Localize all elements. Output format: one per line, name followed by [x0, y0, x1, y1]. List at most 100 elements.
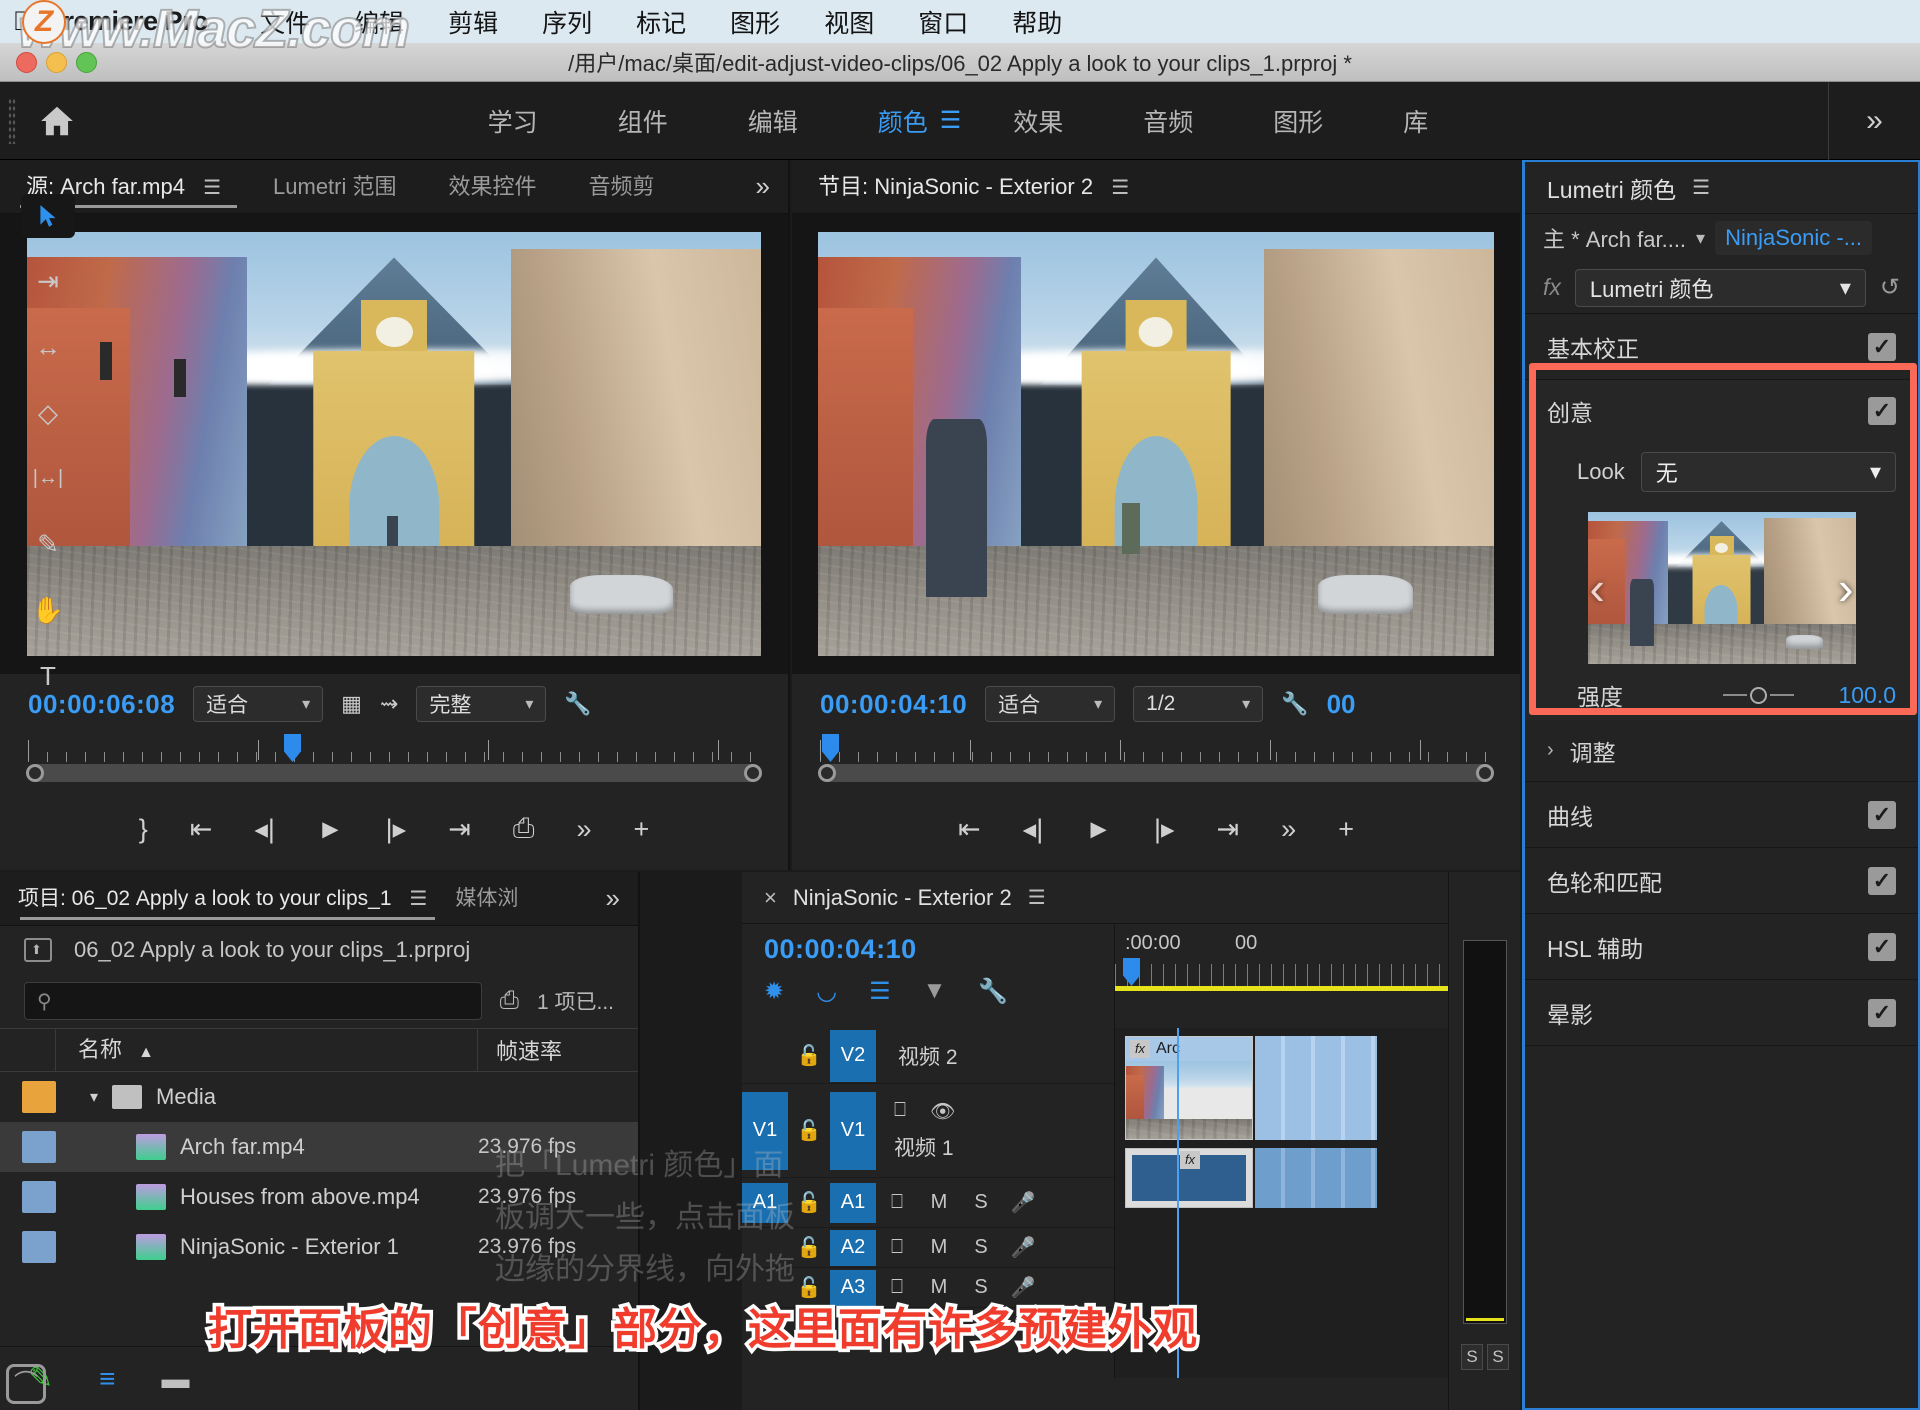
pen-tool[interactable]: ✎ — [21, 523, 75, 567]
track-header-a2[interactable]: 🔓 A2 ⎕ M S 🎤 — [742, 1228, 1114, 1268]
lumetri-section-hsl-checkbox[interactable]: ✓ — [1868, 932, 1896, 961]
timeline-audio-clip[interactable]: fx — [1125, 1148, 1253, 1208]
transport-more-icon[interactable]: » — [1281, 814, 1296, 845]
lumetri-panel-header[interactable]: Lumetri 颜色 ☰ — [1525, 162, 1918, 214]
lumetri-section-color-wheels-checkbox[interactable]: ✓ — [1868, 866, 1896, 895]
list-view-icon[interactable]: ≡ — [99, 1363, 115, 1395]
lumetri-master-clip-label[interactable]: 主 * Arch far.... — [1543, 222, 1686, 254]
audio-waveform-icon[interactable]: ⇝ — [380, 691, 398, 717]
workspace-tab-libraries[interactable]: 库 — [1363, 103, 1468, 139]
project-tabs-more-button[interactable]: » — [588, 883, 638, 914]
go-to-out-icon[interactable]: ⇥ — [1217, 814, 1240, 845]
source-ruler[interactable] — [28, 740, 760, 762]
column-frame-rate[interactable]: 帧速率 — [478, 1034, 638, 1066]
lumetri-section-vignette[interactable]: 晕影 ✓ — [1525, 980, 1918, 1046]
lumetri-section-basic-checkbox[interactable]: ✓ — [1868, 332, 1896, 361]
lock-icon[interactable]: 🔓 — [788, 1190, 830, 1215]
add-button-icon[interactable]: + — [634, 814, 650, 845]
marker-insert-icon[interactable]: ☰ — [869, 977, 891, 1006]
program-scrub-area[interactable] — [792, 734, 1520, 794]
play-icon[interactable]: ► — [317, 814, 344, 845]
meter-solo-right[interactable]: S — [1487, 1344, 1509, 1370]
selection-tool[interactable] — [21, 194, 75, 238]
program-zoom-left-handle[interactable] — [818, 764, 836, 782]
menu-item-file[interactable]: 文件 — [260, 4, 310, 40]
program-zoom-right-handle[interactable] — [1476, 764, 1494, 782]
source-tabs-more-button[interactable]: » — [738, 171, 788, 202]
program-fit-select[interactable]: 适合 ▾ — [985, 686, 1116, 722]
meter-solo-left[interactable]: S — [1461, 1344, 1483, 1370]
timeline-hamburger-icon[interactable]: ☰ — [1028, 885, 1046, 910]
menu-item-clip[interactable]: 剪辑 — [448, 4, 498, 40]
step-forward-icon[interactable]: |▸ — [1154, 814, 1175, 845]
step-forward-icon[interactable]: |▸ — [386, 814, 407, 845]
track-header-a1[interactable]: A1 🔓 A1 ⎕ M S 🎤 — [742, 1178, 1114, 1228]
solo-button-a1[interactable]: S — [960, 1191, 1002, 1214]
workspace-tab-editing[interactable]: 编辑 — [708, 103, 838, 139]
program-transport-controls[interactable]: ⇤ ◂| ► |▸ ⇥ » + — [792, 794, 1520, 864]
lumetri-section-color-wheels[interactable]: 色轮和匹配 ✓ — [1525, 848, 1918, 914]
mute-button-a1[interactable]: M — [918, 1191, 960, 1214]
program-ruler[interactable] — [820, 740, 1492, 762]
marker-icon[interactable]: ▼ — [923, 977, 947, 1006]
go-to-in-icon[interactable]: ⇤ — [958, 814, 981, 845]
table-row[interactable]: NinjaSonic - Exterior 1 23.976 fps — [0, 1222, 638, 1272]
lumetri-section-curves-checkbox[interactable]: ✓ — [1868, 800, 1896, 829]
tab-project[interactable]: 项目: 06_02 Apply a look to your clips_1 ☰ — [0, 872, 445, 925]
timeline-audio-clip-continued[interactable] — [1255, 1148, 1377, 1208]
mark-out-icon[interactable]: } — [139, 814, 148, 845]
timeline-video-clip-continued[interactable] — [1255, 1036, 1377, 1140]
chevron-down-icon[interactable]: ▾ — [90, 1087, 98, 1107]
insert-icon[interactable]: ⎙ — [513, 813, 535, 845]
program-resolution-select[interactable]: 1/2 ▾ — [1133, 686, 1264, 722]
close-icon[interactable]: × — [764, 885, 777, 911]
magnet-icon[interactable]: ◡ — [816, 977, 837, 1006]
menu-item-sequence[interactable]: 序列 — [542, 4, 592, 40]
timeline-timecode[interactable]: 00:00:04:10 — [764, 934, 1114, 965]
menu-item-window[interactable]: 窗口 — [918, 4, 968, 40]
program-video-area[interactable] — [792, 214, 1520, 674]
ripple-edit-tool[interactable]: ↔ — [21, 326, 75, 370]
lumetri-section-hsl[interactable]: HSL 辅助 ✓ — [1525, 914, 1918, 980]
mic-icon[interactable]: 🎤 — [1002, 1190, 1044, 1215]
source-scrub-area[interactable] — [0, 734, 788, 794]
table-row[interactable]: Houses from above.mp4 23.976 fps — [0, 1172, 638, 1222]
column-name[interactable]: 名称 ▲ — [56, 1028, 478, 1072]
sync-lock-icon[interactable]: ⎕ — [876, 1236, 918, 1259]
solo-button-a2[interactable]: S — [960, 1236, 1002, 1259]
workspace-tab-assembly[interactable]: 组件 — [578, 103, 708, 139]
source-quality-select[interactable]: 完整 ▾ — [416, 686, 547, 722]
lumetri-effect-select[interactable]: Lumetri 颜色 ▾ — [1574, 268, 1866, 307]
track-header-v1[interactable]: V1 🔓 V1 ⎕ 👁 视频 1 — [742, 1084, 1114, 1178]
wrench-icon[interactable]: 🔧 — [1281, 691, 1308, 717]
workspace-tab-effects[interactable]: 效果 — [973, 103, 1103, 139]
source-video-area[interactable] — [0, 214, 788, 674]
drag-grip[interactable] — [8, 97, 16, 144]
snap-linked-icon[interactable]: ✹ — [764, 977, 784, 1006]
creative-cloud-icon[interactable]: ⌒ — [6, 1364, 46, 1404]
play-icon[interactable]: ► — [1085, 814, 1112, 845]
workspace-more-button[interactable]: » — [1828, 81, 1920, 160]
source-zoom-bar[interactable] — [26, 764, 762, 782]
program-zoom-bar[interactable] — [818, 764, 1494, 782]
tab-project-hamburger-icon[interactable]: ☰ — [409, 888, 427, 910]
slip-tool[interactable]: |↔| — [21, 457, 75, 501]
track-header-v2[interactable]: 🔓 V2 视频 2 — [742, 1028, 1114, 1084]
lumetri-section-vignette-checkbox[interactable]: ✓ — [1868, 998, 1896, 1027]
workspace-hamburger-icon[interactable]: ☰ — [940, 106, 962, 135]
tab-media-browser[interactable]: 媒体浏 — [445, 872, 528, 925]
search-input[interactable]: ⚲ — [24, 982, 482, 1020]
transport-more-icon[interactable]: » — [576, 814, 591, 845]
table-row[interactable]: ▾ Media — [0, 1072, 638, 1122]
workspace-tab-graphics[interactable]: 图形 — [1233, 103, 1363, 139]
source-fit-select[interactable]: 适合 ▾ — [193, 686, 324, 722]
workspace-tab-audio[interactable]: 音频 — [1103, 103, 1233, 139]
track-sync-a1[interactable]: A1 — [742, 1182, 788, 1223]
source-zoom-right-handle[interactable] — [744, 764, 762, 782]
wrench-icon[interactable]: 🔧 — [564, 691, 591, 717]
icon-view-icon[interactable]: ▬ — [161, 1363, 189, 1395]
eye-icon[interactable]: 👁 — [930, 1099, 955, 1124]
source-zoom-left-handle[interactable] — [26, 764, 44, 782]
reset-icon[interactable]: ↺ — [1880, 273, 1900, 302]
sync-lock-icon[interactable]: ⎕ — [894, 1099, 906, 1124]
